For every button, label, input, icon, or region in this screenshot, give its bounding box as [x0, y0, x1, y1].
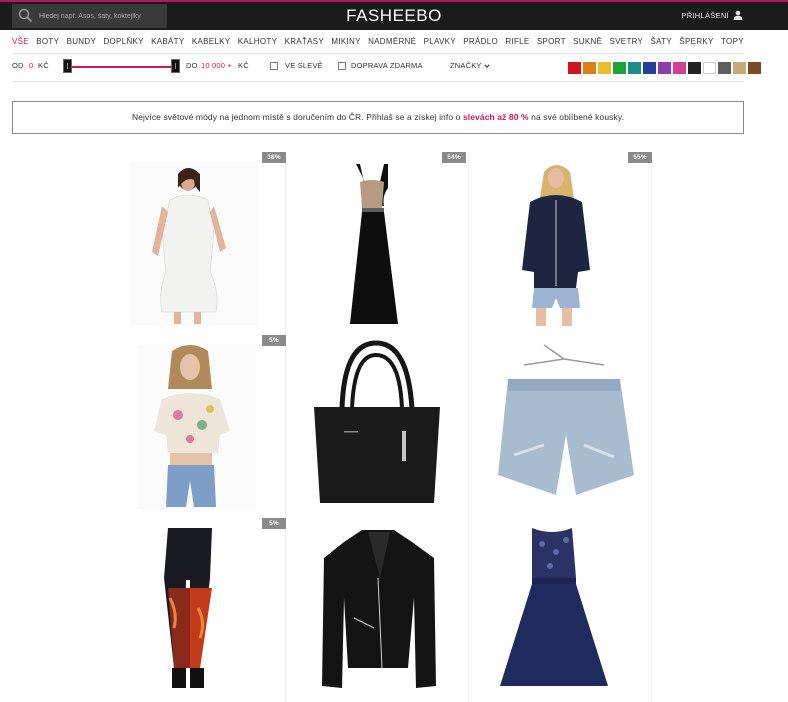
category-link[interactable]: SPORT: [537, 37, 566, 46]
category-nav: VŠE BOTY BUNDY DOPLŇKY KABÁTY KABELKY KALHOTY K…: [12, 37, 744, 46]
discount-badge: 5%: [262, 518, 286, 529]
color-swatch[interactable]: [613, 62, 626, 74]
product-card[interactable]: 5%: [128, 518, 286, 692]
white-dress-image: [130, 162, 258, 325]
price-to-currency: KČ: [238, 61, 249, 70]
category-link[interactable]: SUKNĚ: [573, 37, 602, 46]
grid-divider: [468, 152, 469, 702]
category-link[interactable]: KRAŤASY: [285, 37, 324, 46]
search-box[interactable]: [12, 4, 167, 28]
product-card[interactable]: 54%: [308, 152, 466, 326]
color-filter: [568, 62, 761, 74]
discount-badge: 55%: [628, 152, 652, 163]
filter-divider: [12, 81, 744, 82]
price-to-label: DO: [186, 61, 198, 70]
brands-dropdown[interactable]: ZNAČKY: [450, 60, 490, 72]
color-swatch[interactable]: [703, 62, 716, 74]
color-swatch[interactable]: [628, 62, 641, 74]
free-shipping-checkbox[interactable]: [338, 62, 346, 70]
color-swatch[interactable]: [718, 62, 731, 74]
nav-divider: [12, 53, 744, 54]
product-card[interactable]: [484, 335, 642, 509]
category-link[interactable]: KABELKY: [192, 37, 231, 46]
search-input[interactable]: [36, 12, 164, 20]
login-label: PŘIHLÁŠENÍ: [681, 10, 729, 20]
price-from-label: OD: [12, 61, 24, 70]
product-card[interactable]: 38%: [128, 152, 286, 326]
product-card[interactable]: [494, 518, 652, 692]
discount-badge: 54%: [442, 152, 466, 163]
product-card[interactable]: [308, 335, 466, 509]
price-slider-track[interactable]: [68, 66, 176, 68]
color-swatch[interactable]: [598, 62, 611, 74]
category-link[interactable]: KALHOTY: [238, 37, 277, 46]
color-swatch[interactable]: [658, 62, 671, 74]
black-maxi-dress-image: [350, 164, 398, 324]
category-link[interactable]: PLAVKY: [424, 37, 456, 46]
banner-text: Nejvíce světové módy na jednom místě s d…: [131, 112, 461, 122]
price-from-value: 0: [29, 61, 34, 70]
product-card[interactable]: [308, 518, 466, 692]
category-link[interactable]: PRÁDLO: [463, 37, 498, 46]
galaxy-leggings-image: [164, 528, 212, 688]
category-link[interactable]: DOPLŇKY: [103, 37, 143, 46]
category-link[interactable]: RIFLE: [505, 37, 529, 46]
discount-badge: 38%: [262, 152, 286, 163]
site-logo[interactable]: FASHEEBO: [346, 6, 442, 25]
denim-shorts-image: [498, 344, 634, 495]
color-swatch[interactable]: [748, 62, 761, 74]
free-shipping-label[interactable]: DOPRAVA ZDARMA: [351, 60, 423, 72]
price-to-value: 10 000 +: [201, 61, 233, 70]
banner-highlight[interactable]: slevách až 80 %: [463, 112, 529, 122]
sale-checkbox[interactable]: [270, 62, 278, 70]
color-swatch[interactable]: [643, 62, 656, 74]
product-card[interactable]: 55%: [494, 152, 652, 326]
category-link[interactable]: ŠPERKY: [679, 37, 713, 46]
navy-lace-dress-image: [500, 528, 608, 686]
color-swatch[interactable]: [688, 62, 701, 74]
login-link[interactable]: PŘIHLÁŠENÍ: [681, 10, 743, 20]
category-link[interactable]: MIKINY: [331, 37, 360, 46]
discount-badge: 5%: [262, 335, 286, 346]
brands-label: ZNAČKY: [450, 61, 482, 70]
user-icon: [733, 10, 743, 20]
price-from-currency: KČ: [38, 61, 49, 70]
sale-filter-label[interactable]: VE SLEVĚ: [285, 60, 323, 72]
color-swatch[interactable]: [568, 62, 581, 74]
category-link[interactable]: ŠATY: [651, 37, 673, 46]
color-swatch[interactable]: [673, 62, 686, 74]
category-link[interactable]: NADMĚRNÉ: [368, 37, 416, 46]
promo-banner: Nejvíce světové módy na jednom místě s d…: [12, 101, 744, 134]
price-slider-min-handle[interactable]: [63, 59, 72, 73]
category-link[interactable]: VŠE: [12, 37, 29, 46]
color-swatch[interactable]: [733, 62, 746, 74]
banner-suffix: na své oblíbené kousky.: [531, 112, 625, 122]
black-jacket-image: [322, 530, 436, 688]
floral-crop-top-image: [138, 345, 256, 509]
product-card[interactable]: 5%: [128, 335, 286, 509]
price-slider-max-handle[interactable]: [171, 59, 180, 73]
black-handbag-image: [314, 340, 440, 503]
chevron-down-icon: [484, 64, 490, 69]
category-link[interactable]: BOTY: [36, 37, 59, 46]
category-link[interactable]: KABÁTY: [151, 37, 184, 46]
category-link[interactable]: BUNDY: [67, 37, 97, 46]
color-swatch[interactable]: [583, 62, 596, 74]
search-icon: [18, 8, 33, 23]
category-link[interactable]: TOPY: [721, 37, 744, 46]
category-link[interactable]: SVETRY: [610, 37, 644, 46]
navy-hoodie-image: [522, 165, 590, 326]
top-bar: FASHEEBO PŘIHLÁŠENÍ: [0, 0, 788, 30]
